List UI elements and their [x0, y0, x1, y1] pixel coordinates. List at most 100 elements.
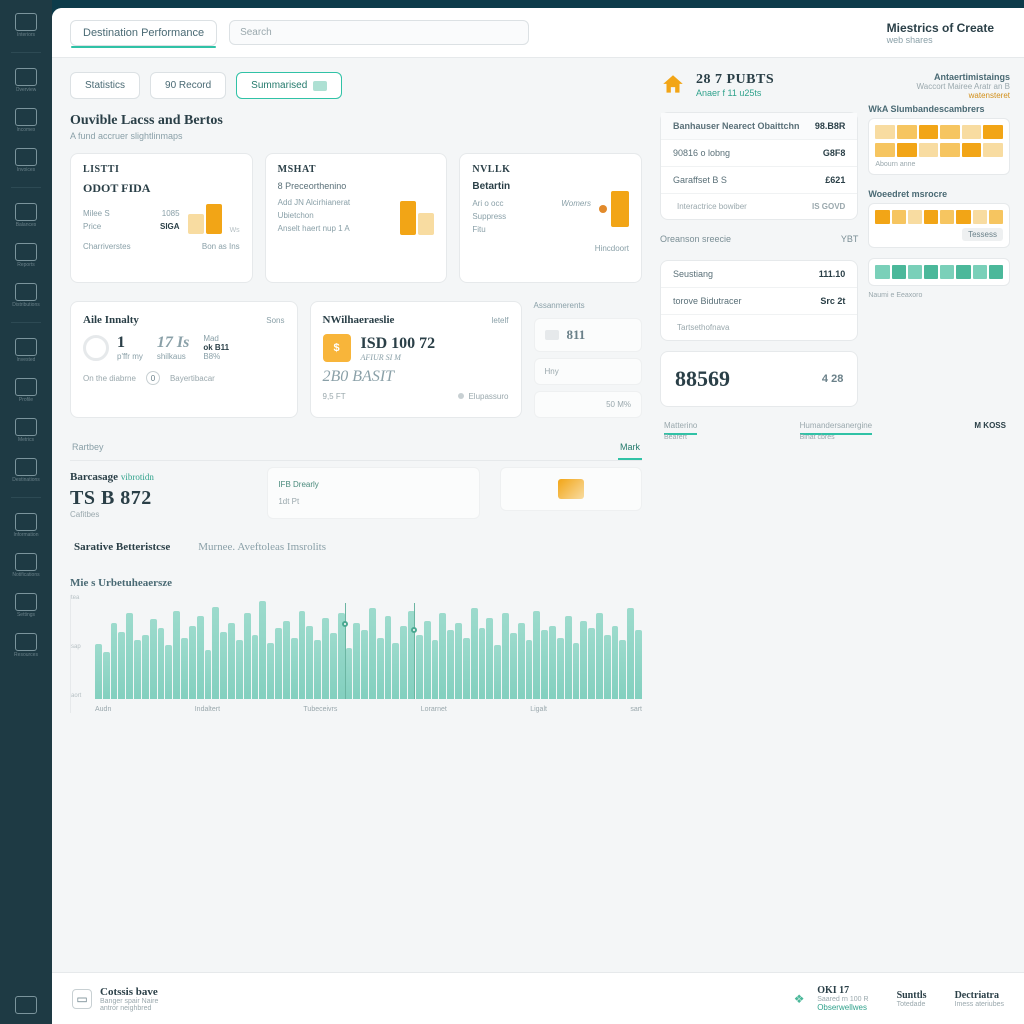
footer-item-2[interactable]: Sunttls Totedade: [897, 990, 927, 1008]
thumbnail-icon: [558, 479, 584, 499]
mini-tab-0[interactable]: Rartbey: [70, 436, 106, 460]
section-title: Ouvible Lacss and Bertos: [70, 113, 642, 129]
list-row[interactable]: Banhauser Nearect Obaittchn98.B8R: [661, 113, 857, 140]
info-icon: [15, 513, 37, 531]
sidebar-item-5[interactable]: Reports: [5, 236, 47, 274]
balance-value: TS B 872: [70, 487, 247, 510]
list-row[interactable]: Interactrice bowiberIS GOVD: [661, 194, 857, 219]
footer-item-1[interactable]: ❖ OKI 17 Saared rn 100 R Obserwellwes: [789, 985, 868, 1012]
list-row[interactable]: Seustiang111.10: [661, 261, 857, 288]
doc-icon: [15, 148, 37, 166]
sidebar-item-10[interactable]: Destinations: [5, 451, 47, 489]
house-icon: [660, 72, 686, 98]
image-icon: [15, 378, 37, 396]
bar-icon: [611, 191, 629, 227]
r-list-1: Banhauser Nearect Obaittchn98.B8R 90816 …: [660, 112, 858, 220]
chart-icon: [15, 203, 37, 221]
gear-icon: [15, 593, 37, 611]
sidebar-item-13[interactable]: Settings: [5, 586, 47, 624]
footer-item-3[interactable]: Dectriatra Imess ateriubes: [955, 990, 1004, 1008]
progress-ring-icon: [83, 335, 109, 361]
sidebar-item-3[interactable]: Invoices: [5, 141, 47, 179]
layout-icon: [15, 108, 37, 126]
swatch-card-amber-2[interactable]: Tessess: [868, 203, 1010, 248]
balance-label: Barcasage vibrotidn: [70, 471, 247, 483]
footer: ▭ Cotssis bave Banger spair Naire antror…: [52, 972, 1024, 1024]
mini-tabs: Rartbey Mark: [70, 436, 642, 461]
swatch-card-green[interactable]: [868, 258, 1010, 286]
balance-hint: Cafitbes: [70, 510, 247, 519]
bar-icon: [188, 214, 204, 234]
sidebar-item-1[interactable]: Overview: [5, 61, 47, 99]
bar-icon: [400, 201, 416, 235]
section-subtitle: A fund accruer slightlinmaps: [70, 131, 642, 141]
filter-pill-record[interactable]: 90 Record: [150, 72, 226, 99]
panel-activity: Aile Innalty Sons 1 p'ffr my: [70, 301, 298, 418]
r-subtitle: Anaer f 11 u25ts: [696, 88, 774, 98]
bar-icon: [206, 204, 222, 234]
footer-item-0[interactable]: ▭ Cotssis bave Banger spair Naire antror…: [72, 986, 158, 1012]
r-subtab-c: M KOSS: [974, 421, 1006, 430]
books-icon: [15, 996, 37, 1014]
main: Destination Performance Search Miestrics…: [52, 8, 1024, 1024]
sublink-b[interactable]: 1dt Pt: [278, 493, 469, 510]
breadcrumb[interactable]: Destination Performance: [70, 20, 217, 46]
swatch-card-amber[interactable]: Abourn anne: [868, 118, 1010, 175]
box-icon: [15, 338, 37, 356]
chart-title: Mie s Urbetuheaersze: [70, 577, 642, 589]
badge-icon: 0: [146, 371, 160, 385]
sidebar-item-9[interactable]: Metrics: [5, 411, 47, 449]
panel-assignments: Assanmerents 811 Hny 50 M%: [534, 301, 643, 418]
search-input[interactable]: Search: [229, 20, 529, 45]
area-chart[interactable]: tea sap aort Audn Indaltert Tubeceivrs L…: [70, 595, 642, 713]
right-column: 28 7 PUBTS Anaer f 11 u25ts Antaertimist…: [654, 58, 1024, 972]
tab-button-1[interactable]: Murnee. Aveftoleas Imsrolits: [194, 533, 330, 563]
topbar: Destination Performance Search Miestrics…: [52, 8, 1024, 58]
page-title-block: Miestrics of Create web shares: [887, 21, 1006, 45]
thumb-icon: [545, 330, 559, 340]
list-row[interactable]: 90816 o lobngG8F8: [661, 140, 857, 167]
tab-button-0[interactable]: Sarative Betteristcse: [70, 533, 174, 563]
page-title: Miestrics of Create: [887, 21, 994, 35]
metric-card-2[interactable]: NVLLK Betartin Ari o occWomers Suppress …: [459, 153, 642, 283]
filter-pill-summarised[interactable]: Summarised: [236, 72, 342, 99]
metric-card-1[interactable]: MSHAT 8 Preceorthenino Add JN Alcirhiane…: [265, 153, 448, 283]
mini-tab-1[interactable]: Mark: [618, 436, 642, 460]
grid-icon: [15, 283, 37, 301]
r-big-metric: 88569 4 28: [660, 351, 858, 407]
spark-icon: [313, 81, 327, 91]
list-row[interactable]: Tartsethofnava: [661, 315, 857, 340]
sidebar-item-12[interactable]: Notifications: [5, 546, 47, 584]
card-icon: [15, 243, 37, 261]
sidebar-item-2[interactable]: Incomes: [5, 101, 47, 139]
sidebar-item-7[interactable]: Invested: [5, 331, 47, 369]
sidebar-item-0[interactable]: Interiors: [5, 6, 47, 44]
leaf-icon: ❖: [789, 989, 809, 1009]
list-row[interactable]: Garaffset B S£621: [661, 167, 857, 194]
r-subtab-b[interactable]: Humandersanergine: [800, 421, 873, 435]
sublink-a[interactable]: IFB Drearly: [278, 476, 469, 493]
panel-icon: [15, 458, 37, 476]
left-column: Statistics 90 Record Summarised Ouvible …: [52, 58, 654, 972]
r-subtab-a[interactable]: Matterino: [664, 421, 697, 435]
chat-icon: [15, 13, 37, 31]
panel-currency: NWilhaeraeslie letelf $ ISD 100 72 AFIUR…: [310, 301, 522, 418]
sidebar-item-6[interactable]: Distributions: [5, 276, 47, 314]
sidebar-item-14[interactable]: Resources: [5, 626, 47, 664]
bar-icon: [418, 213, 434, 235]
sidebar: Interiors Overview Incomes Invoices Bala…: [0, 0, 52, 1024]
sidebar-item-4[interactable]: Balances: [5, 196, 47, 234]
filter-pill-statistics[interactable]: Statistics: [70, 72, 140, 99]
currency-icon: $: [323, 334, 351, 362]
metric-card-0[interactable]: LISTTI ODOT FIDA Milee S1085 PriceSIGA: [70, 153, 253, 283]
r-list-2: Seustiang111.10 torove BidutracerSrc 2t …: [660, 260, 858, 341]
list-row[interactable]: torove BidutracerSrc 2t: [661, 288, 857, 315]
card-icon: ▭: [72, 989, 92, 1009]
screen-icon: [15, 68, 37, 86]
sidebar-item-11[interactable]: Information: [5, 506, 47, 544]
sidebar-item-books[interactable]: [5, 986, 47, 1024]
cloud-icon: [15, 633, 37, 651]
dot-icon: [599, 205, 607, 213]
sidebar-item-8[interactable]: Profile: [5, 371, 47, 409]
bell-icon: [15, 553, 37, 571]
